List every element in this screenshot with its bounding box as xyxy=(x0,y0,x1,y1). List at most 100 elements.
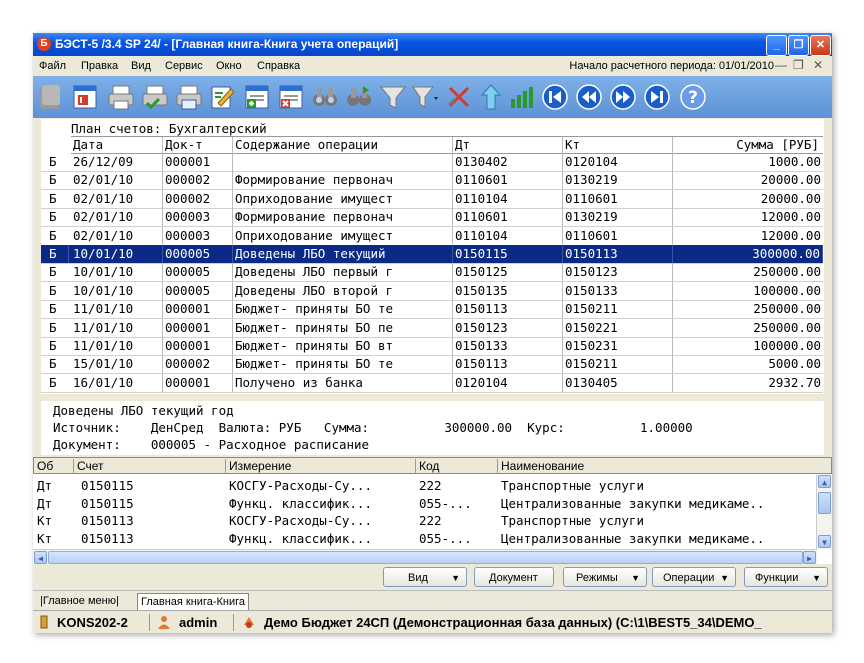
cell-content: Формирование первонач xyxy=(233,171,453,190)
table-row[interactable]: Б 02/01/10 000002 Формирование первонач 0110… xyxy=(41,171,823,191)
cell-kt: 0130219 xyxy=(563,208,673,227)
sub-header-name[interactable]: Наименование xyxy=(498,459,831,474)
journal-icon[interactable] xyxy=(71,83,99,111)
menu-help[interactable]: Справка xyxy=(257,60,300,72)
app-icon[interactable]: Б xyxy=(37,37,51,51)
menu-window[interactable]: Окно xyxy=(216,60,242,72)
scroll-thumb[interactable] xyxy=(818,492,831,514)
menu-view[interactable]: Вид xyxy=(131,60,151,72)
cell-date: 02/01/10 xyxy=(71,226,163,245)
vertical-scrollbar[interactable]: ▲ ▼ xyxy=(816,475,832,549)
table-row[interactable]: Б 11/01/10 000001 Бюджет- приняты БО вт 0150… xyxy=(41,337,823,356)
sub-header-ob[interactable]: Об xyxy=(34,459,74,474)
maximize-button[interactable]: ❐ xyxy=(788,35,809,56)
tab-separator-icon: | xyxy=(115,595,119,607)
mdi-restore-icon[interactable]: ❐ xyxy=(793,58,804,72)
header-date[interactable]: Дата xyxy=(71,137,163,153)
next-page-icon[interactable] xyxy=(609,83,637,111)
previous-page-icon[interactable] xyxy=(575,83,603,111)
help-icon[interactable]: ? xyxy=(679,83,707,111)
table-row[interactable]: Б 11/01/10 000001 Бюджет- приняты БО те 0150… xyxy=(41,300,823,320)
close-button[interactable]: ✕ xyxy=(810,35,831,56)
cell-sum: 300000.00 xyxy=(673,245,823,263)
header-content[interactable]: Содержание операции xyxy=(233,137,453,153)
status-bar: KONS202-2 admin Демо Бюджет 24СП (Демонс… xyxy=(33,610,832,633)
list-item[interactable]: Кт 0150113 КОСГУ-Расходы-Су... 222 Транспорт… xyxy=(33,512,817,529)
first-record-icon[interactable] xyxy=(541,83,569,111)
sub-header-measure[interactable]: Измерение xyxy=(226,459,416,474)
add-record-icon[interactable] xyxy=(243,83,271,111)
tab-general-ledger[interactable]: Главная книга-Книга xyxy=(137,593,250,611)
list-item[interactable]: Дт 0150115 Функц. классифик... 055-... Центр… xyxy=(33,495,817,512)
scroll-left-icon[interactable]: ◀ xyxy=(34,551,47,564)
cell-doc: 000002 xyxy=(163,189,233,208)
sub-header-account[interactable]: Счет xyxy=(74,459,226,474)
cell-kt: 0150211 xyxy=(563,300,673,319)
period-start-label: Начало расчетного периода: 01/01/2010 xyxy=(569,60,774,72)
document-button[interactable]: Документ xyxy=(474,567,554,587)
modes-button[interactable]: Режимы ▼ xyxy=(563,567,647,587)
clear-filter-icon[interactable] xyxy=(445,83,473,111)
table-row[interactable]: Б 15/01/10 000002 Бюджет- приняты БО те 0150… xyxy=(41,355,823,375)
table-row[interactable]: Б 11/01/10 000001 Бюджет- приняты БО пе 0150… xyxy=(41,318,823,338)
table-row[interactable]: Б 02/01/10 000003 Оприходование имущест 0110… xyxy=(41,226,823,246)
view-button[interactable]: Вид ▼ xyxy=(383,567,467,587)
title-bar[interactable]: Б БЭСТ-5 /3.4 SP 24/ - [Главная книга-Кн… xyxy=(33,33,832,56)
scroll-down-icon[interactable]: ▼ xyxy=(818,535,831,548)
sub-cell-ob: Дт xyxy=(37,478,53,493)
print-list-icon[interactable] xyxy=(175,83,203,111)
printer-icon[interactable] xyxy=(107,83,135,111)
horizontal-scroll-thumb[interactable] xyxy=(48,551,803,564)
header-credit[interactable]: Кт xyxy=(563,137,673,153)
edit-icon[interactable] xyxy=(209,83,237,111)
user-icon xyxy=(158,616,170,629)
find-next-icon[interactable] xyxy=(345,83,373,111)
scroll-right-icon[interactable]: ▶ xyxy=(803,551,816,564)
list-item[interactable]: Дт 0150115 КОСГУ-Расходы-Су... 222 Транспорт… xyxy=(33,477,817,494)
sort-up-icon[interactable] xyxy=(477,83,505,111)
mdi-minimize-icon[interactable]: — xyxy=(775,58,787,72)
cell-b: Б xyxy=(47,245,69,263)
document-stack-icon[interactable] xyxy=(37,83,65,111)
table-row[interactable]: Б 02/01/10 000003 Формирование первонач 0110… xyxy=(41,208,823,228)
table-row[interactable]: Б 26/12/09 000001 0130402 0120104 1000.00 xyxy=(41,153,823,172)
action-button-bar: Вид ▼ Документ Режимы ▼ Операции ▼ Функции ▼ xyxy=(33,564,832,590)
table-row[interactable]: Б 02/01/10 000002 Оприходование имущест 0110… xyxy=(41,189,823,209)
table-row[interactable]: Б 10/01/10 000005 Доведены ЛБО второй г 0150… xyxy=(41,281,823,301)
cell-b: Б xyxy=(49,154,57,169)
list-item[interactable]: Кт 0150113 Функц. классифик... 055-... Центр… xyxy=(33,530,817,547)
cell-sum: 20000.00 xyxy=(760,172,821,188)
table-row[interactable]: Б 10/01/10 000005 Доведены ЛБО первый г 0150… xyxy=(41,263,823,283)
sub-cell-code: 055-... xyxy=(419,495,472,511)
analytics-grid[interactable]: Об Счет Измерение Код Наименование Дт 015… xyxy=(33,457,832,565)
tab-main-menu[interactable]: |Главное меню| xyxy=(37,593,122,609)
functions-button[interactable]: Функции ▼ xyxy=(744,567,828,587)
cell-kt: 0150211 xyxy=(563,355,673,374)
totals-chart-icon[interactable] xyxy=(507,83,535,111)
mdi-close-icon[interactable]: ✕ xyxy=(813,58,823,72)
delete-record-icon[interactable] xyxy=(277,83,305,111)
cell-kt: 0150231 xyxy=(563,337,673,355)
operations-button[interactable]: Операции ▼ xyxy=(652,567,736,587)
print-preview-icon[interactable] xyxy=(141,83,169,111)
last-record-icon[interactable] xyxy=(643,83,671,111)
header-debit[interactable]: Дт xyxy=(453,137,563,153)
menu-service[interactable]: Сервис xyxy=(165,60,203,72)
binoculars-icon[interactable] xyxy=(311,83,339,111)
filter-dropdown-icon[interactable] xyxy=(411,83,439,111)
cell-dt: 0150113 xyxy=(453,300,563,319)
header-doc[interactable]: Док-т xyxy=(163,137,233,153)
menu-edit[interactable]: Правка xyxy=(81,60,118,72)
horizontal-scrollbar[interactable]: ◀ ▶ xyxy=(33,549,817,565)
minimize-button[interactable]: _ xyxy=(766,35,787,56)
table-row[interactable]: Б 10/01/10 000005 Доведены ЛБО текущий 01501… xyxy=(41,245,823,264)
header-sum[interactable]: Сумма [РУБ] xyxy=(673,137,823,153)
filter-icon[interactable] xyxy=(379,83,407,111)
sub-header-code[interactable]: Код xyxy=(416,459,498,474)
table-row[interactable]: Б 16/01/10 000001 Получено из банка 0120104 0… xyxy=(41,373,823,393)
menu-file[interactable]: Файл xyxy=(39,60,66,72)
journal-grid[interactable]: План счетов: Бухгалтерский Дата Док-т Со… xyxy=(41,119,824,394)
scroll-up-icon[interactable]: ▲ xyxy=(818,475,831,488)
cell-doc: 000005 xyxy=(163,245,233,263)
cell-dt: 0150123 xyxy=(453,318,563,337)
